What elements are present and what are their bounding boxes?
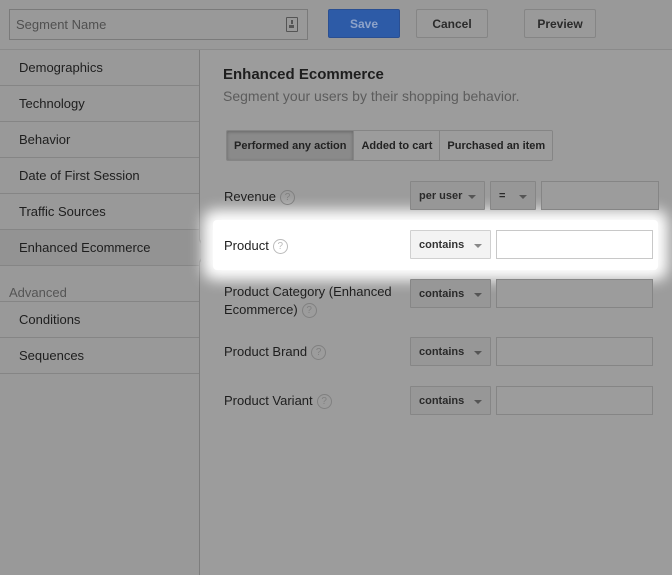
help-icon[interactable]: ?	[280, 190, 296, 206]
filter-label-text: Revenue	[224, 189, 277, 204]
filter-label-text: Product Brand	[224, 344, 308, 359]
product-value-input[interactable]	[496, 230, 653, 259]
sidebar-item-label: Traffic Sources	[19, 204, 106, 219]
help-icon[interactable]: ?	[272, 239, 288, 255]
sidebar-item-conditions[interactable]: Conditions	[0, 302, 199, 338]
filter-label: Product?	[224, 237, 288, 255]
sidebar-item-label: Enhanced Ecommerce	[19, 240, 151, 255]
sidebar-item-label: Technology	[19, 96, 85, 111]
sidebar-item-label: Conditions	[19, 312, 81, 327]
tab-performed-any-action[interactable]: Performed any action	[227, 131, 355, 160]
filter-label: Product Variant?	[224, 392, 332, 410]
operator-value: contains	[419, 238, 465, 251]
page-title: Enhanced Ecommerce	[223, 66, 384, 83]
operator-value: =	[499, 189, 506, 202]
operator-value: contains	[419, 394, 465, 407]
sidebar-item-label: Date of First Session	[19, 168, 140, 183]
help-icon[interactable]: ?	[316, 394, 332, 410]
operator-dropdown[interactable]: contains	[410, 337, 491, 366]
cancel-button[interactable]: Cancel	[416, 9, 488, 38]
operator-dropdown[interactable]: =	[490, 181, 536, 210]
help-icon[interactable]: ?	[301, 303, 317, 319]
tab-purchased-an-item[interactable]: Purchased an item	[440, 131, 553, 160]
sidebar-item-label: Sequences	[19, 348, 85, 363]
help-icon[interactable]: ?	[311, 345, 327, 361]
sidebar-item-label: Behavior	[19, 132, 71, 147]
preview-button[interactable]: Preview	[524, 9, 596, 38]
sidebar-section-advanced: Advanced	[0, 266, 199, 302]
revenue-value-input[interactable]	[541, 181, 659, 210]
filter-label: Product Category (Enhanced Ecommerce)?	[224, 283, 404, 319]
chevron-down-icon	[474, 351, 482, 355]
sidebar: Demographics Technology Behavior Date of…	[0, 50, 200, 575]
filter-label: Revenue?	[224, 188, 296, 206]
operator-dropdown[interactable]: contains	[410, 386, 491, 415]
contact-card-icon[interactable]	[286, 17, 298, 32]
operator-dropdown[interactable]: contains	[410, 230, 491, 259]
scope-value: per user	[419, 189, 463, 202]
chevron-down-icon	[519, 195, 527, 199]
scope-dropdown[interactable]: per user	[410, 181, 485, 210]
sidebar-item-technology[interactable]: Technology	[0, 86, 199, 122]
operator-value: contains	[419, 345, 465, 358]
chevron-down-icon	[474, 244, 482, 248]
product-variant-value-input[interactable]	[496, 386, 653, 415]
action-tabs: Performed any action Added to cart Purch…	[226, 130, 554, 161]
sidebar-item-behavior[interactable]: Behavior	[0, 122, 199, 158]
tab-added-to-cart[interactable]: Added to cart	[354, 131, 441, 160]
sidebar-item-label: Demographics	[19, 60, 103, 75]
sidebar-item-demographics[interactable]: Demographics	[0, 50, 199, 86]
save-button[interactable]: Save	[328, 9, 400, 38]
sidebar-item-enhanced-ecommerce[interactable]: Enhanced Ecommerce	[0, 230, 199, 266]
segment-toolbar: Segment Name Save Cancel Preview	[0, 0, 672, 50]
chevron-down-icon	[474, 400, 482, 404]
main-panel: Enhanced Ecommerce Segment your users by…	[201, 50, 672, 575]
sidebar-item-sequences[interactable]: Sequences	[0, 338, 199, 374]
chevron-down-icon	[468, 195, 476, 199]
chevron-down-icon	[474, 293, 482, 297]
filter-label-text: Product	[224, 238, 269, 253]
filter-label-text: Product Variant	[224, 393, 313, 408]
segment-name-placeholder: Segment Name	[16, 17, 107, 32]
page-subtitle: Segment your users by their shopping beh…	[223, 88, 520, 104]
segment-name-input[interactable]: Segment Name	[9, 9, 308, 40]
sidebar-item-traffic-sources[interactable]: Traffic Sources	[0, 194, 199, 230]
product-category-value-input[interactable]	[496, 279, 653, 308]
filter-label: Product Brand?	[224, 343, 327, 361]
product-brand-value-input[interactable]	[496, 337, 653, 366]
operator-dropdown[interactable]: contains	[410, 279, 491, 308]
operator-value: contains	[419, 287, 465, 300]
sidebar-item-date-of-first-session[interactable]: Date of First Session	[0, 158, 199, 194]
